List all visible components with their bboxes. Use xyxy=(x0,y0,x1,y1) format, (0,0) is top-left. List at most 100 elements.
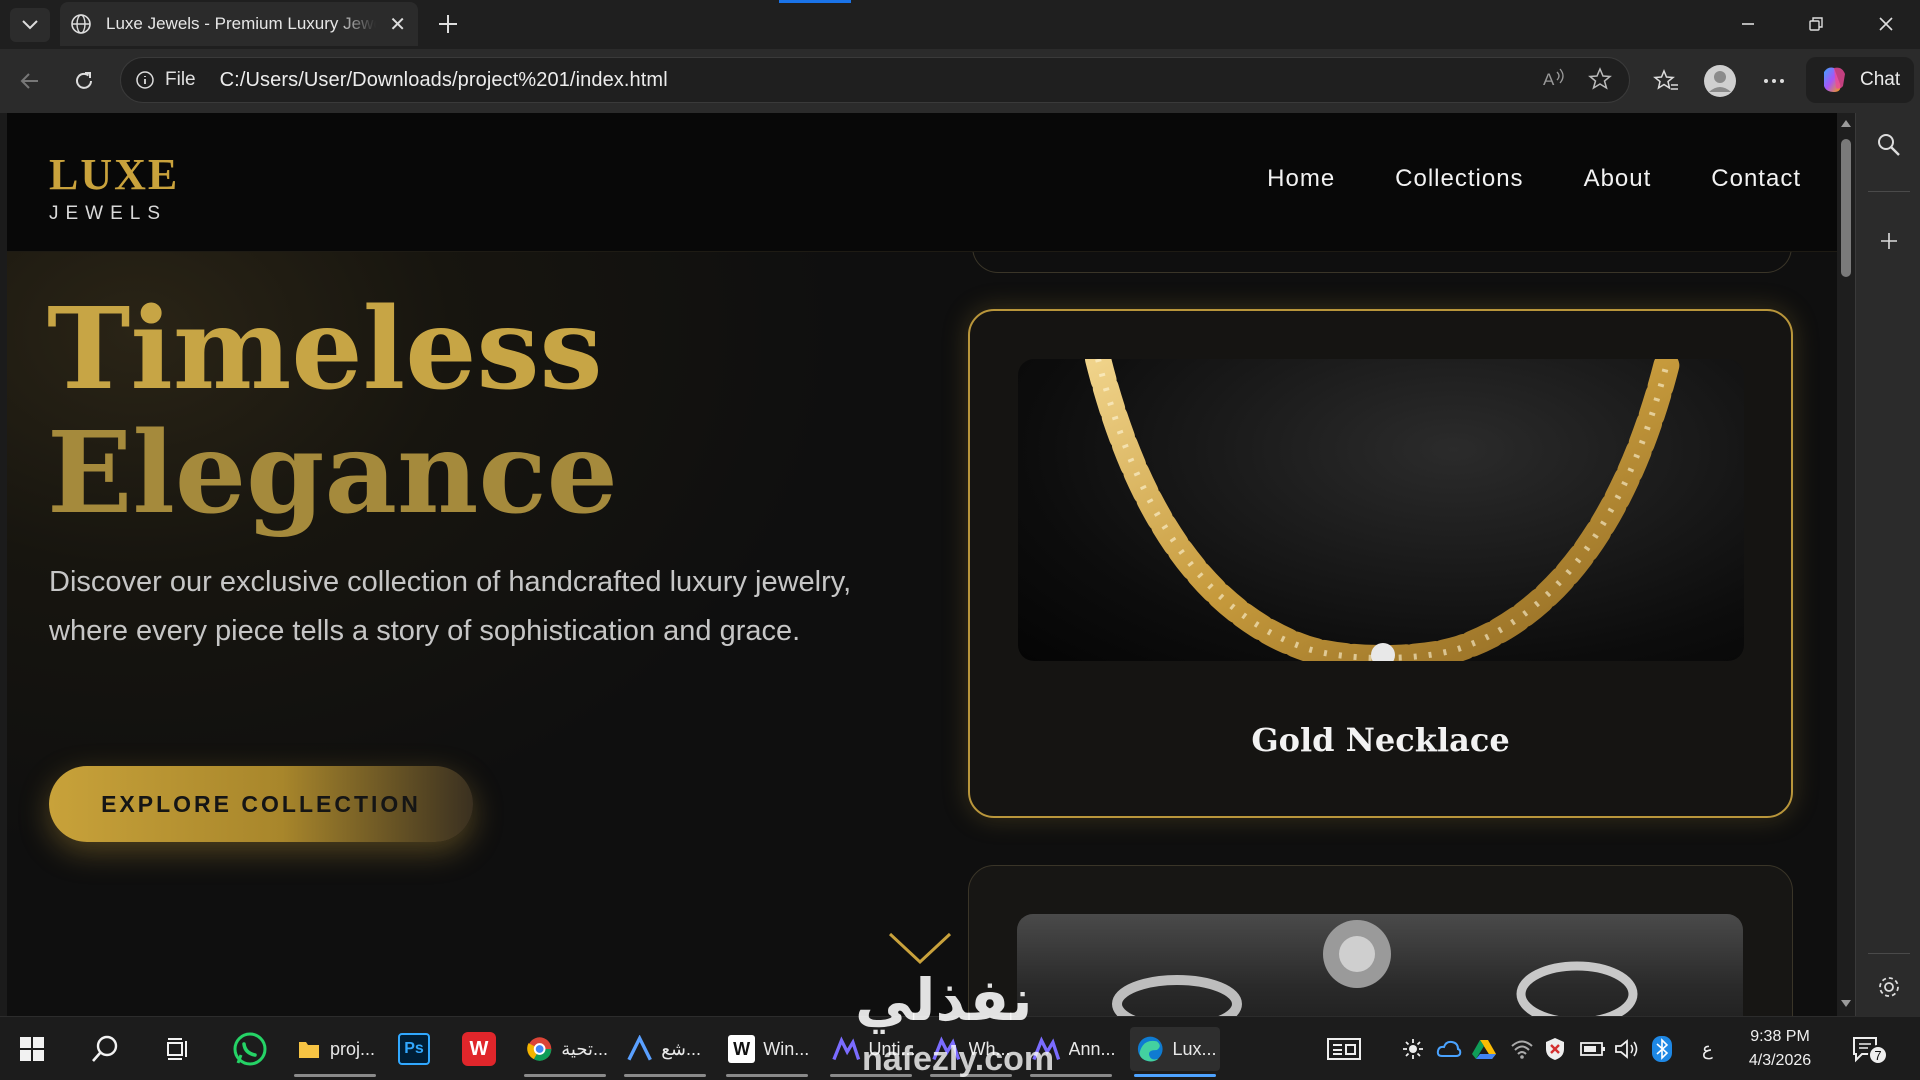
sidebar-add-button[interactable] xyxy=(1871,223,1907,259)
back-button[interactable] xyxy=(12,63,48,99)
taskbar-app-edge[interactable]: Lux... xyxy=(1130,1027,1220,1077)
plus-icon xyxy=(1881,233,1897,249)
app-icon xyxy=(627,1035,652,1061)
tray-wifi[interactable] xyxy=(1510,1027,1534,1071)
restore-button[interactable] xyxy=(1796,8,1836,40)
tray-battery[interactable] xyxy=(1580,1027,1606,1071)
tab-actions-button[interactable] xyxy=(10,8,50,42)
tray-volume[interactable] xyxy=(1614,1027,1640,1071)
shield-icon xyxy=(1546,1038,1564,1060)
tray-clock[interactable]: 9:38 PM 4/3/2026 xyxy=(1732,1025,1828,1073)
copilot-chat-button[interactable]: Chat xyxy=(1806,57,1914,103)
clock-time: 9:38 PM xyxy=(1750,1028,1810,1045)
favorites-button[interactable] xyxy=(1648,63,1684,99)
hero-title-line-2: Elegance xyxy=(47,408,618,539)
sidebar-settings-button[interactable] xyxy=(1871,969,1907,1005)
sidebar-search-button[interactable] xyxy=(1871,127,1907,163)
tray-language[interactable]: ع xyxy=(1702,1027,1713,1071)
browser-toolbar: File C:/Users/User/Downloads/project%201… xyxy=(0,49,1920,113)
minimize-icon xyxy=(1742,23,1754,25)
notification-count-badge: 7 xyxy=(1868,1045,1888,1065)
close-tab-icon[interactable]: ✕ xyxy=(389,12,406,37)
copilot-icon xyxy=(1824,67,1845,92)
search-icon xyxy=(92,1035,118,1062)
address-bar-actions: A xyxy=(1541,66,1613,92)
close-icon xyxy=(1879,17,1893,31)
watermark-latin: nafezly.com xyxy=(862,1040,1055,1078)
taskbar-app-6[interactable]: W Win... xyxy=(722,1027,812,1077)
page-viewport: LUXE JEWELS Home Collections About Conta… xyxy=(7,113,1837,1016)
scroll-thumb[interactable] xyxy=(1841,139,1851,277)
scroll-up-arrow-icon[interactable] xyxy=(1841,119,1851,127)
product-card-title: Gold Necklace xyxy=(1251,721,1510,759)
tray-app-3[interactable] xyxy=(1472,1027,1496,1071)
restore-icon xyxy=(1809,17,1823,31)
watermark-arabic: نفذلي xyxy=(855,966,1033,1034)
taskbar-app-label: شع... xyxy=(661,1038,701,1059)
running-indicator xyxy=(726,1074,808,1077)
minimize-button[interactable] xyxy=(1728,8,1768,40)
taskbar-app-5[interactable]: شع... xyxy=(620,1027,710,1077)
sidebar-divider-bottom xyxy=(1868,953,1910,954)
tray-app-2[interactable] xyxy=(1436,1027,1462,1071)
tray-bluetooth[interactable] xyxy=(1652,1027,1672,1071)
start-button[interactable] xyxy=(18,1027,46,1071)
nav-link-about[interactable]: About xyxy=(1584,165,1652,193)
chat-label: Chat xyxy=(1860,69,1901,90)
screen: Luxe Jewels - Premium Luxury Jewelry ✕ F… xyxy=(0,0,1920,1080)
taskbar-app-label: تحية... xyxy=(561,1038,609,1059)
whatsapp-taskbar-button[interactable] xyxy=(232,1027,268,1071)
new-tab-button[interactable] xyxy=(432,8,464,40)
necklace-illustration xyxy=(1085,359,1681,661)
taskbar-app-wps[interactable]: W xyxy=(462,1027,496,1071)
scroll-down-icon[interactable] xyxy=(887,931,953,967)
app-icon: W xyxy=(728,1035,756,1063)
scroll-down-arrow-icon[interactable] xyxy=(1841,1000,1851,1008)
wps-icon: W xyxy=(462,1032,496,1066)
more-menu-button[interactable] xyxy=(1756,63,1792,99)
product-card-next[interactable] xyxy=(968,865,1793,1016)
running-indicator xyxy=(524,1074,606,1077)
notification-center-button[interactable]: 7 xyxy=(1852,1027,1888,1071)
browser-tab-active[interactable]: Luxe Jewels - Premium Luxury Jewelry ✕ xyxy=(60,2,418,46)
tray-security[interactable] xyxy=(1544,1027,1566,1071)
running-indicator xyxy=(624,1074,706,1077)
avatar-icon xyxy=(1704,65,1736,97)
taskbar-search-button[interactable] xyxy=(90,1027,120,1071)
brightness-icon xyxy=(1403,1039,1423,1059)
logo-main-text[interactable]: LUXE xyxy=(49,149,179,200)
tab-accent-bar xyxy=(779,0,851,3)
favorite-star-icon[interactable] xyxy=(1587,66,1613,92)
url-text[interactable]: C:/Users/User/Downloads/project%201/inde… xyxy=(220,69,668,92)
address-prefix: File xyxy=(165,69,196,90)
bluetooth-icon xyxy=(1652,1036,1672,1062)
task-view-button[interactable] xyxy=(164,1027,192,1071)
news-icon xyxy=(1327,1038,1361,1060)
page-scrollbar[interactable] xyxy=(1837,113,1855,1016)
nav-link-home[interactable]: Home xyxy=(1267,165,1335,193)
reload-button[interactable] xyxy=(66,63,102,99)
taskbar-app-chrome[interactable]: تحية... xyxy=(520,1027,610,1077)
close-window-button[interactable] xyxy=(1866,8,1906,40)
tray-news-button[interactable] xyxy=(1326,1027,1362,1071)
tray-app-1[interactable] xyxy=(1402,1027,1424,1071)
product-card-featured[interactable]: Gold Necklace xyxy=(968,309,1793,818)
search-icon xyxy=(1878,134,1900,156)
main-nav: Home Collections About Contact xyxy=(1207,165,1801,193)
windows-logo-icon xyxy=(20,1037,44,1061)
clock-date: 4/3/2026 xyxy=(1748,1052,1812,1069)
running-indicator xyxy=(294,1074,376,1077)
nav-link-collections[interactable]: Collections xyxy=(1395,165,1523,193)
more-dots-icon xyxy=(1764,79,1784,83)
hero-description: Discover our exclusive collection of han… xyxy=(49,566,852,647)
address-bar[interactable]: File C:/Users/User/Downloads/project%201… xyxy=(120,57,1630,103)
profile-button[interactable] xyxy=(1702,63,1738,99)
taskbar-app-photoshop[interactable]: Ps xyxy=(398,1027,430,1071)
taskbar-app-explorer[interactable]: proj... xyxy=(290,1027,380,1077)
explore-collection-button[interactable]: EXPLORE COLLECTION xyxy=(49,766,473,842)
task-view-icon xyxy=(167,1038,187,1060)
arrow-left-icon xyxy=(20,73,38,89)
taskbar-app-label: proj... xyxy=(330,1038,376,1059)
nav-link-contact[interactable]: Contact xyxy=(1711,165,1801,193)
read-aloud-icon[interactable]: A xyxy=(1541,66,1567,92)
